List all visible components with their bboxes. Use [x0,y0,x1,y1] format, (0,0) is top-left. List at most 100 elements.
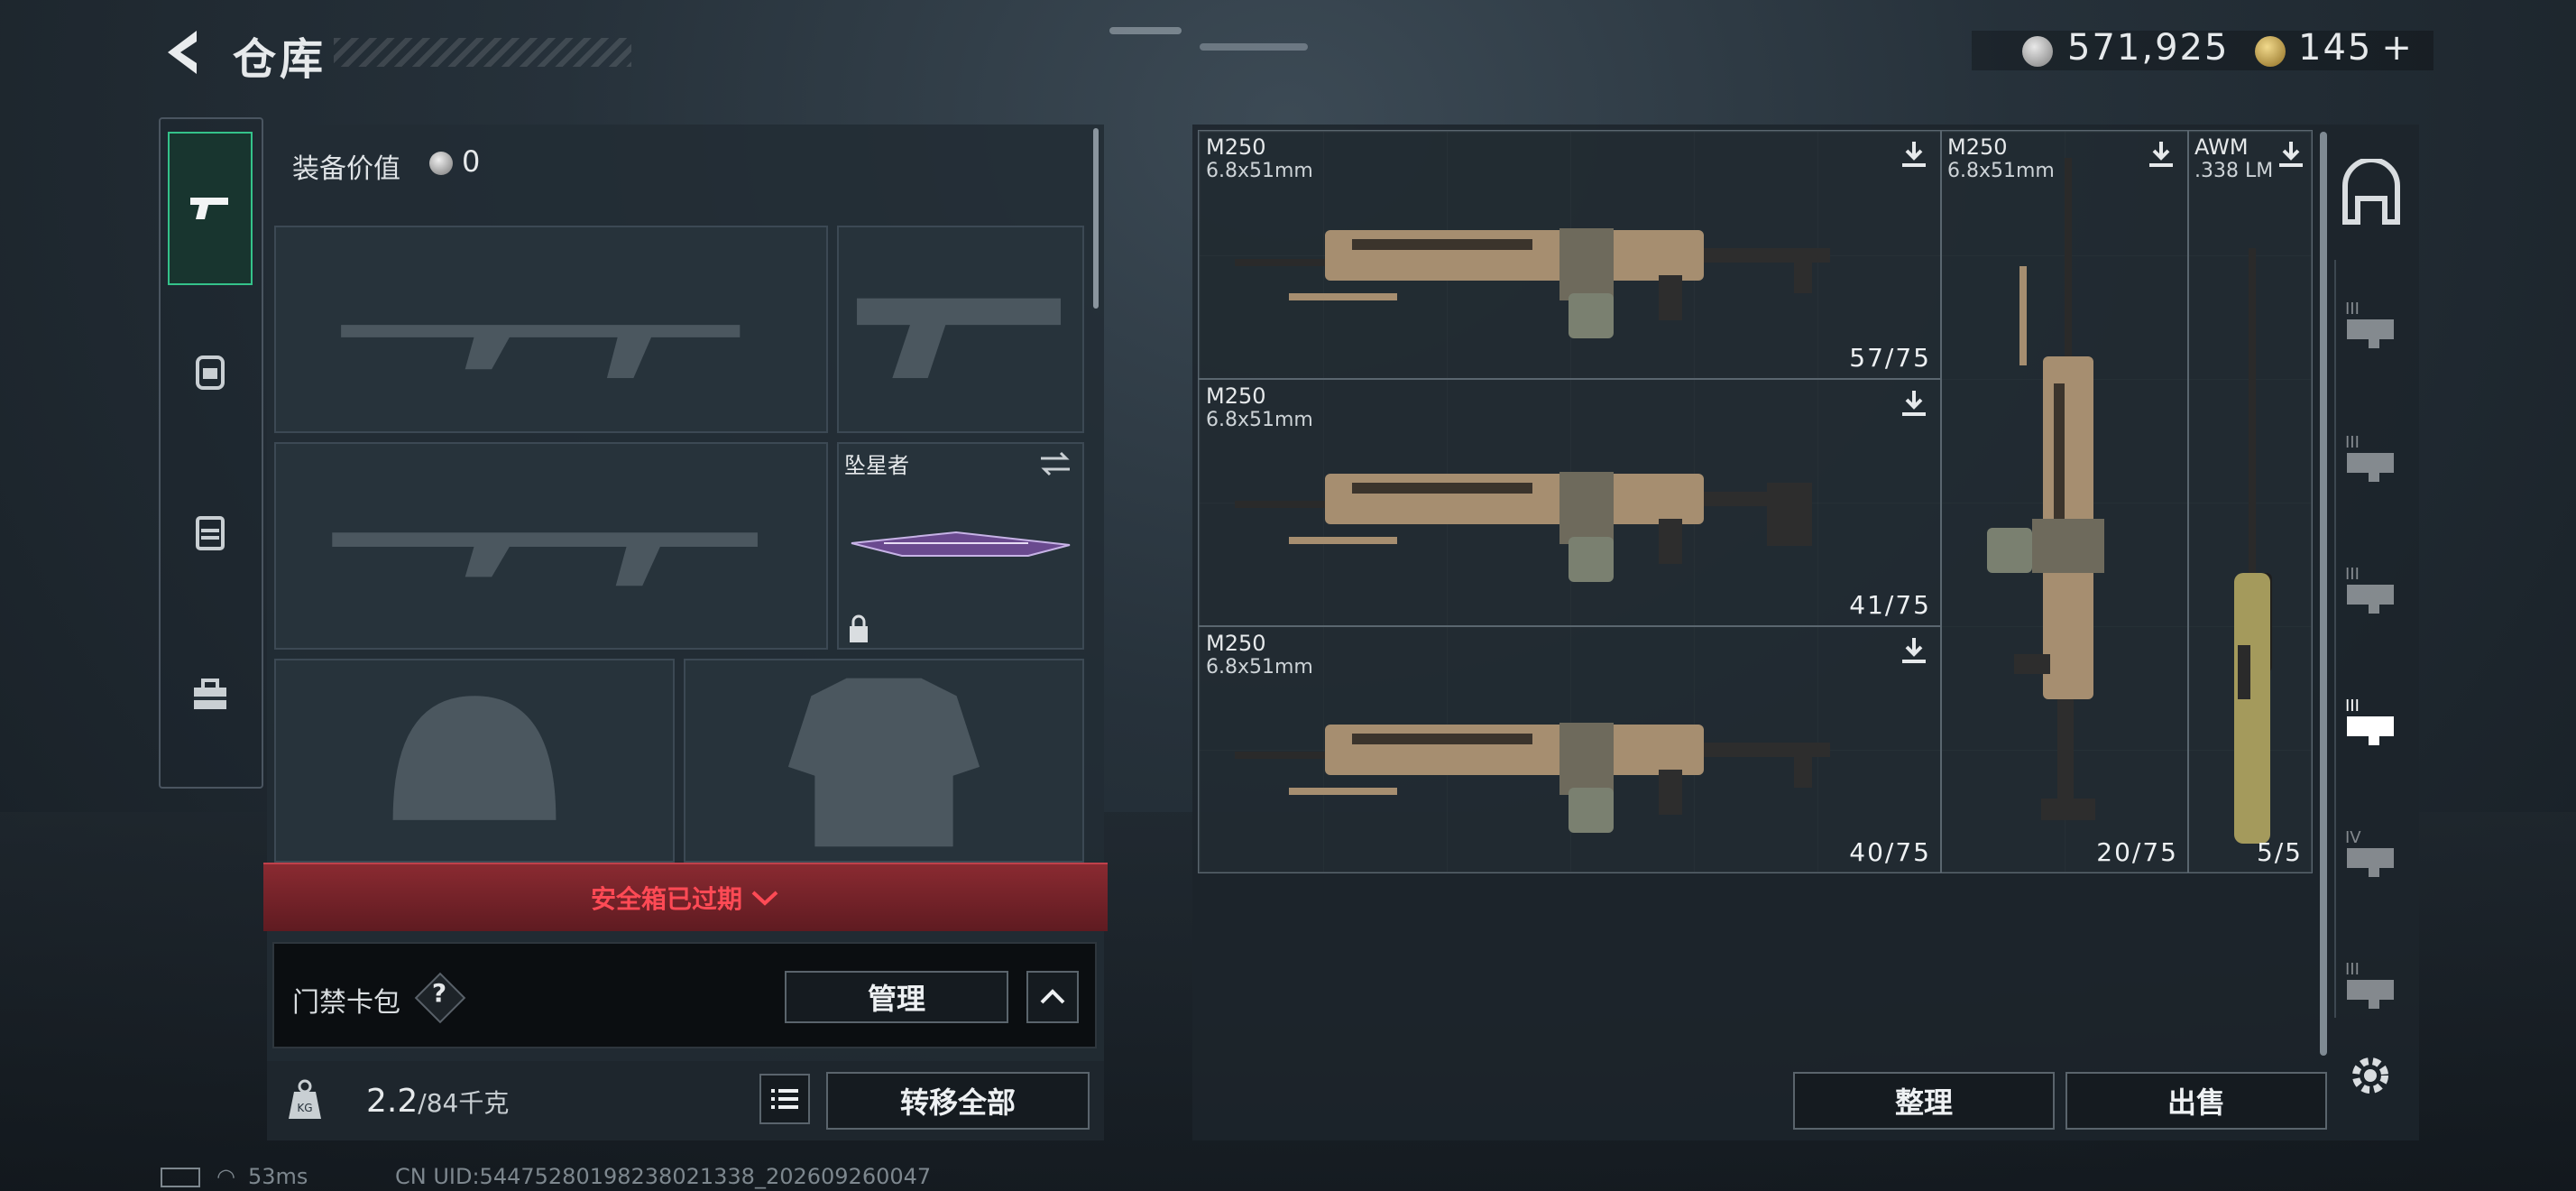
m250-machine-gun-icon [1235,228,1830,338]
secondary-weapon-slot[interactable] [274,442,828,650]
download-icon[interactable] [2276,138,2306,171]
background-light [1200,43,1308,51]
safebox-expired-banner[interactable]: 安全箱已过期 [263,863,1108,931]
gold-coin-icon [2255,36,2286,67]
weapon-item[interactable]: M250 6.8x51mm 41/75 [1198,379,1941,626]
collapse-button[interactable] [1026,971,1079,1023]
weight-current: 2.2 [366,1083,419,1120]
page-title: 仓库 [233,34,327,85]
primary-weapon-slot[interactable] [274,226,828,433]
keycard-label: 门禁卡包 [292,987,400,1019]
rifle-silhouette-icon [341,325,741,379]
storage-tabs [2334,260,2414,1018]
gold-plus-button[interactable]: + [2381,27,2414,69]
svg-text:III: III [2345,565,2360,584]
silver-amount: 571,925 [2067,27,2230,69]
transfer-all-button[interactable]: 转移全部 [826,1072,1090,1130]
safebox-expired-text: 安全箱已过期 [590,884,742,914]
download-icon[interactable] [1899,634,1929,667]
rifle-silhouette-icon [332,532,758,586]
manage-button[interactable]: 管理 [785,971,1008,1023]
melee-name: 坠星者 [844,453,909,478]
gear-icon[interactable] [2345,1050,2396,1101]
weapon-tier-3-icon[interactable]: III [2341,559,2399,617]
armor-slot[interactable] [684,659,1084,863]
download-icon[interactable] [1899,138,1929,171]
weapon-item[interactable]: M250 6.8x51mm 57/75 [1198,130,1941,379]
weapon-ammo-count: 41/75 [1849,590,1931,620]
silver-coin-icon [429,152,453,175]
sort-button[interactable]: 整理 [1793,1072,2055,1130]
weapon-tier-4-icon[interactable]: IV [2341,823,2399,881]
weapon-name: M250 [1947,134,2008,160]
weapon-item[interactable]: M250 6.8x51mm 20/75 [1941,130,2188,873]
svg-text:KG: KG [297,1102,312,1114]
lock-icon [850,614,868,642]
weapon-tier-3-icon[interactable]: III [2341,691,2399,749]
svg-text:III: III [2345,960,2360,979]
m250-machine-gun-icon [1235,723,1830,833]
equipment-value-label: 装备价值 [292,153,400,185]
back-arrow-icon [168,31,197,74]
vest-icon [196,516,225,550]
meteor-knife-icon [851,531,1071,557]
storage-scrollbar[interactable] [2320,132,2327,1056]
silver-coin-icon [2022,36,2053,67]
user-uid: CN UID:544752801982380213​38_20260926004… [395,1164,932,1189]
svg-text:III: III [2345,300,2360,319]
swap-icon[interactable] [1037,449,1073,478]
list-icon [771,1089,798,1109]
m250-machine-gun-icon [1987,158,2104,820]
wifi-icon: ◠ [216,1164,235,1189]
title-decoration [334,38,631,67]
armor-silhouette-icon [787,678,980,847]
weapon-ammo-count: 20/75 [2096,837,2178,867]
equipment-value: 0 [462,144,481,179]
weight-icon: KG [289,1079,321,1119]
m250-machine-gun-icon [1235,472,1812,582]
weapon-name: M250 [1206,134,1266,160]
download-icon[interactable] [1899,387,1929,420]
help-icon[interactable]: ? [428,978,451,1008]
weapon-tier-3-icon[interactable]: III [2341,428,2399,485]
chevron-up-icon [1040,989,1065,1004]
svg-text:III: III [2345,433,2360,452]
awm-sniper-rifle-icon [2234,248,2272,844]
weapon-tier-3-icon[interactable]: III [2341,294,2399,352]
sell-button[interactable]: 出售 [2065,1072,2327,1130]
weapon-item[interactable]: AWM .338 LM 5/5 [2188,130,2313,873]
weapon-caliber: .338 LM [2194,160,2274,182]
status-bar: ◠ 53ms [161,1164,308,1189]
loadout-scrollbar[interactable] [1093,128,1099,309]
nav-vest[interactable] [168,487,253,577]
battery-icon [161,1168,200,1187]
ping-value: 53ms [247,1164,308,1189]
weapon-item[interactable]: M250 6.8x51mm 40/75 [1198,626,1941,873]
background-light [1109,27,1182,34]
gold-amount[interactable]: 145 + [2298,27,2414,69]
backpack-icon [196,355,225,390]
weapon-ammo-count: 57/75 [1849,343,1931,373]
chevron-down-icon [751,891,778,906]
weapon-ammo-count: 40/75 [1849,837,1931,867]
weapon-name: M250 [1206,383,1266,409]
weapon-name: AWM [2194,134,2249,160]
weapon-tier-3-icon[interactable]: III [2341,955,2399,1012]
weapon-ammo-count: 5/5 [2256,837,2303,867]
back-button[interactable] [161,25,206,79]
helmet-slot[interactable] [274,659,675,863]
pistol-silhouette-icon [857,298,1062,379]
pistol-slot[interactable] [837,226,1084,433]
svg-text:III: III [2345,697,2360,716]
list-view-button[interactable] [759,1074,810,1124]
nav-backpack[interactable] [168,325,253,415]
weight-readout: 2.2/84千克 [366,1083,509,1120]
svg-text:IV: IV [2345,828,2361,847]
toolbox-icon [194,679,226,709]
nav-weapons[interactable] [168,132,253,285]
storage-icon[interactable] [2338,159,2405,231]
weight-max: /84千克 [418,1088,510,1118]
nav-case[interactable] [168,650,253,740]
helmet-silhouette-icon [392,696,557,820]
weapon-name: M250 [1206,631,1266,656]
